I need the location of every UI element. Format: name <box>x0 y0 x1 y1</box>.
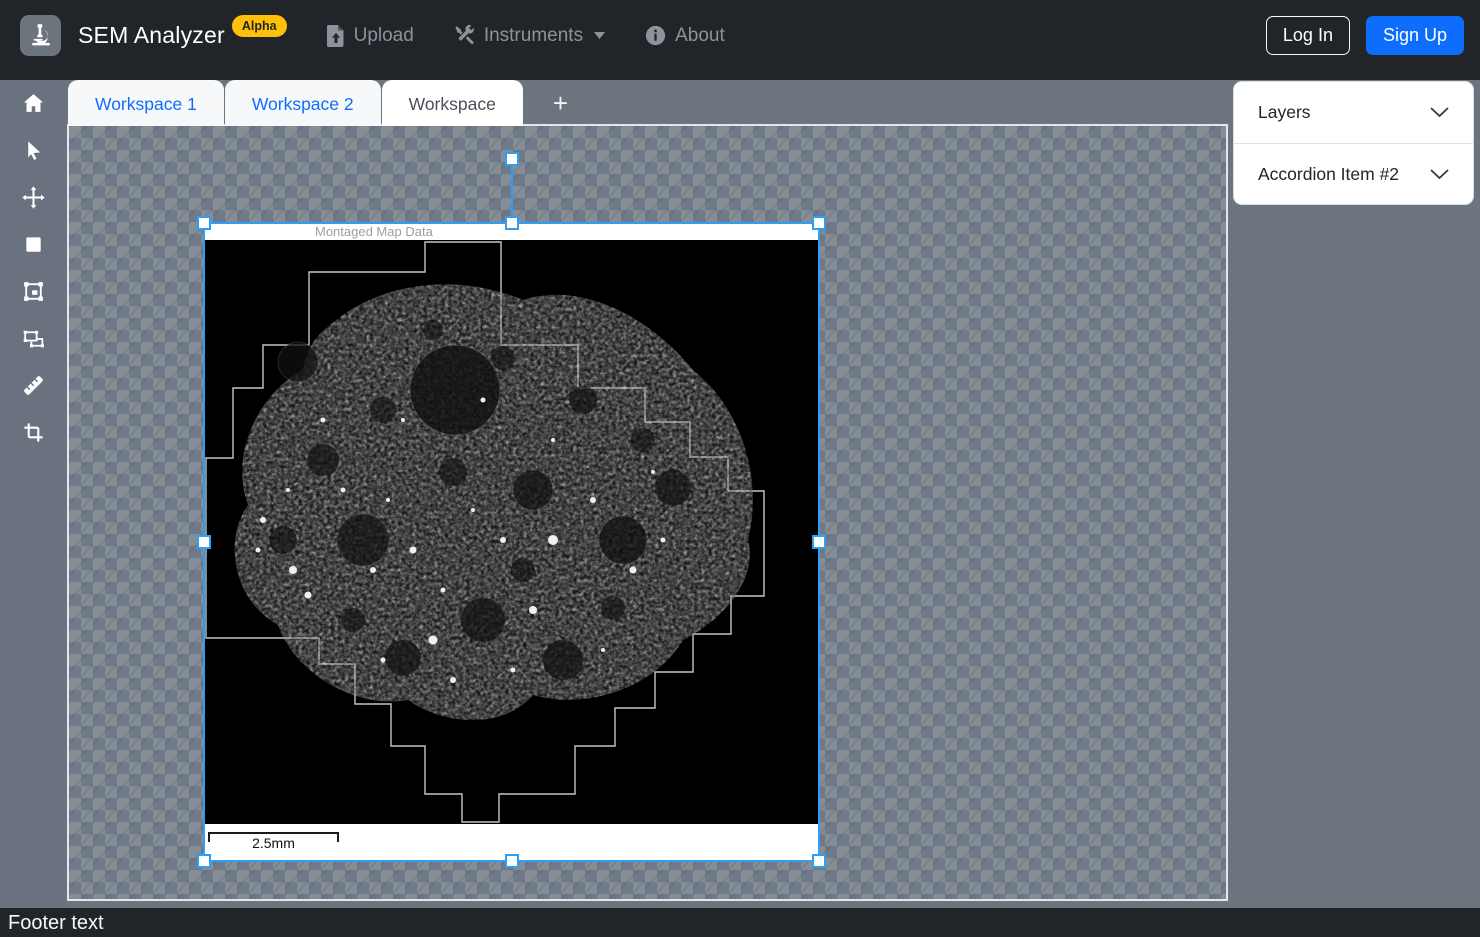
figure-title: Montaged Map Data <box>315 224 433 239</box>
tool-move-button[interactable] <box>0 174 66 221</box>
accordion-layers-label: Layers <box>1258 102 1311 123</box>
move-icon <box>21 185 46 210</box>
signup-button[interactable]: Sign Up <box>1366 16 1464 55</box>
tools-icon <box>454 25 475 46</box>
login-button[interactable]: Log In <box>1266 16 1350 55</box>
sem-montage-figure: Montaged Map Data <box>203 222 820 862</box>
resize-handle-top-middle[interactable] <box>505 216 519 230</box>
accordion-item-2[interactable]: Accordion Item #2 <box>1234 143 1473 204</box>
sem-image-object[interactable]: Montaged Map Data <box>203 222 820 862</box>
scale-bar-label: 2.5mm <box>208 834 339 851</box>
resize-handle-bottom-middle[interactable] <box>505 854 519 868</box>
tool-crop-button[interactable] <box>0 409 66 456</box>
new-tab-button[interactable]: + <box>545 82 576 124</box>
nav-upload-label: Upload <box>354 25 414 47</box>
workspace-tabs: Workspace 1 Workspace 2 Workspace + <box>68 80 576 126</box>
rotation-handle[interactable] <box>505 152 519 166</box>
microscope-icon <box>28 23 54 49</box>
accordion-layers[interactable]: Layers <box>1234 82 1473 143</box>
main-nav: Upload Instruments About <box>327 25 725 47</box>
square-icon <box>22 233 45 256</box>
resize-handle-top-left[interactable] <box>197 216 211 230</box>
caret-down-icon <box>594 32 605 39</box>
chevron-down-icon <box>1430 107 1449 118</box>
status-footer: Footer text <box>0 908 1480 937</box>
transform-icon <box>21 326 46 351</box>
resize-handle-middle-right[interactable] <box>812 535 826 549</box>
tool-transform-button[interactable] <box>0 315 66 362</box>
layers-panel: Layers Accordion Item #2 <box>1233 81 1474 205</box>
scale-bar: 2.5mm <box>208 832 339 851</box>
image-frame-icon <box>21 279 46 304</box>
tool-image-frame-button[interactable] <box>0 268 66 315</box>
app-title: SEM Analyzer <box>78 22 225 49</box>
tool-sidebar <box>0 80 66 908</box>
nav-instruments[interactable]: Instruments <box>454 25 605 47</box>
top-navbar: SEM Analyzer Alpha Upload Instruments <box>0 0 1480 80</box>
info-circle-icon <box>645 25 666 46</box>
tab-workspace-active[interactable]: Workspace <box>382 80 523 126</box>
file-upload-icon <box>327 25 345 47</box>
home-icon <box>21 91 46 116</box>
chevron-down-icon <box>1430 169 1449 180</box>
app-logo[interactable] <box>20 15 61 56</box>
cursor-icon <box>22 139 45 162</box>
ruler-icon <box>21 373 46 398</box>
sem-montage-image <box>203 240 820 824</box>
tool-home-button[interactable] <box>0 80 66 127</box>
nav-about[interactable]: About <box>645 25 725 47</box>
resize-handle-top-right[interactable] <box>812 216 826 230</box>
nav-instruments-label: Instruments <box>484 25 583 47</box>
footer-text: Footer text <box>0 910 104 936</box>
alpha-badge: Alpha <box>232 15 287 37</box>
resize-handle-bottom-left[interactable] <box>197 854 211 868</box>
tool-select-button[interactable] <box>0 127 66 174</box>
nav-upload[interactable]: Upload <box>327 25 414 47</box>
tab-workspace-2[interactable]: Workspace 2 <box>225 80 381 126</box>
accordion-item-2-label: Accordion Item #2 <box>1258 164 1399 185</box>
tool-ruler-button[interactable] <box>0 362 66 409</box>
resize-handle-bottom-right[interactable] <box>812 854 826 868</box>
crop-icon <box>22 421 45 444</box>
resize-handle-middle-left[interactable] <box>197 535 211 549</box>
nav-about-label: About <box>675 25 725 47</box>
tab-workspace-1[interactable]: Workspace 1 <box>68 80 224 126</box>
tool-rectangle-button[interactable] <box>0 221 66 268</box>
